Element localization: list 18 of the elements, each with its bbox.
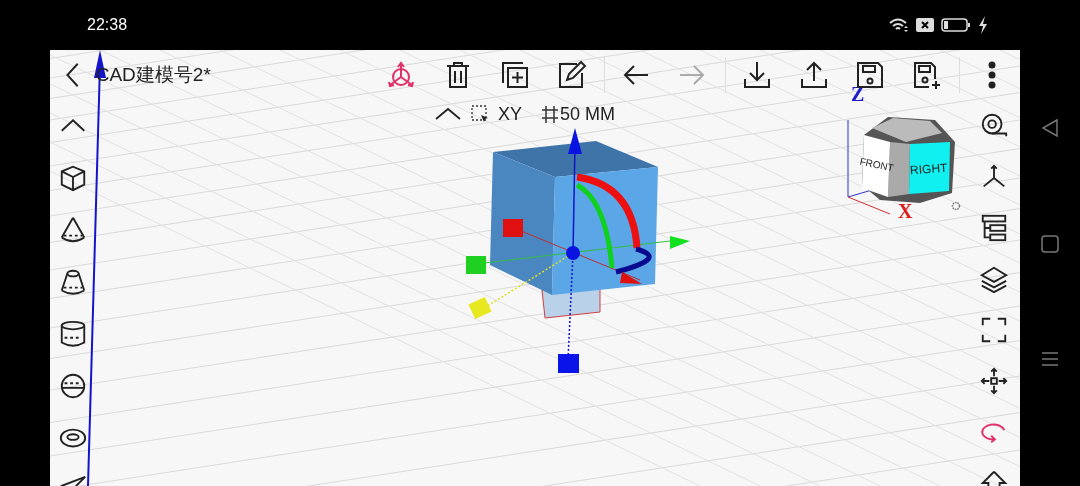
grid-size-selector[interactable]: 50 MM: [542, 103, 616, 125]
view-cube-right-label: RIGHT: [909, 160, 948, 178]
transform-gizmo[interactable]: [466, 128, 690, 373]
menu-icon[interactable]: [1041, 349, 1059, 368]
x-axis-label: X: [898, 200, 913, 222]
status-time: 22:38: [87, 16, 128, 34]
sim-card-icon: [916, 18, 934, 32]
home-square-icon[interactable]: [1041, 235, 1059, 253]
box-select-icon[interactable]: [470, 104, 490, 124]
plane-selector[interactable]: XY: [498, 103, 522, 125]
box-model[interactable]: [490, 141, 658, 319]
battery-icon: [941, 18, 971, 32]
collapse-chevron-icon[interactable]: [434, 107, 462, 121]
view-cube-front-label: FRONT: [858, 155, 895, 174]
back-triangle-icon[interactable]: [1041, 118, 1059, 139]
wifi-icon: [889, 18, 909, 32]
grid-icon: [542, 105, 558, 123]
charging-bolt-icon: [978, 16, 988, 34]
